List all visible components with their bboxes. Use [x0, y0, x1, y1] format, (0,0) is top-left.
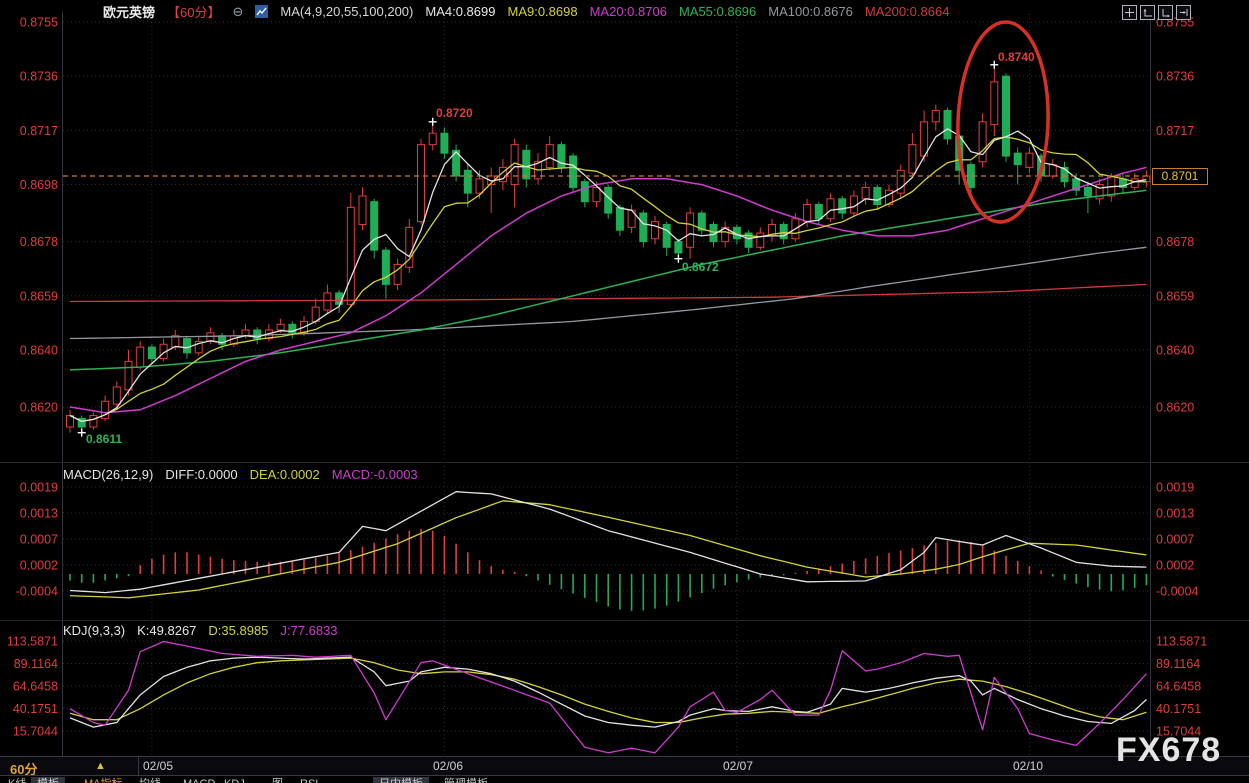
kdj-axis-label: 113.5871 — [1156, 635, 1207, 649]
fx678-watermark: FX678 — [1116, 731, 1221, 770]
price-axis-label: 0.8736 — [1156, 70, 1194, 84]
price-axis-label: 0.8620 — [1156, 400, 1194, 414]
macd-axis-label: 0.0002 — [20, 559, 58, 573]
kdj-k-value: K:49.8267 — [137, 623, 196, 638]
date-label: 02/06 — [433, 759, 463, 773]
ma55-value: MA55:0.8696 — [679, 4, 756, 19]
kdj-axis-label: 113.5871 — [7, 635, 58, 649]
bottom-tab[interactable]: 管理模板 — [438, 777, 494, 783]
current-price-badge: 0.8701 — [1152, 168, 1208, 185]
timeframe-cell[interactable]: 60分 ▲ — [0, 757, 139, 775]
annotation-pullback-low-price: 0.8672 — [682, 260, 719, 274]
macd-axis-label: 0.0013 — [20, 507, 58, 521]
chart-toolbar — [1122, 5, 1191, 20]
price-axis-label: 0.8698 — [20, 178, 58, 192]
annotation-low-price: 0.8611 — [86, 432, 122, 446]
symbol-title: 欧元英镑 — [103, 2, 155, 21]
macd-title: MACD(26,12,9) — [63, 467, 153, 482]
axis-zoom-right-icon[interactable] — [1158, 5, 1173, 20]
chart-canvas[interactable]: 0.87550.87550.87360.87360.87170.87170.86… — [0, 0, 1249, 783]
candles-layer — [67, 65, 1150, 433]
ma100-value: MA100:0.8676 — [768, 4, 853, 19]
macd-axis-label: 0.0013 — [1156, 507, 1194, 521]
trading-chart-window: 0.87550.87550.87360.87360.87170.87170.86… — [0, 0, 1249, 783]
bottom-tab[interactable]: 模板 — [31, 777, 65, 783]
timeframe-up-arrow-icon[interactable]: ▲ — [95, 760, 106, 772]
price-axis-label: 0.8678 — [20, 235, 58, 249]
pan-right-icon[interactable] — [1176, 5, 1191, 20]
kdj-axis-label: 15.7044 — [13, 725, 58, 739]
annotation-peak-price: 0.8720 — [436, 106, 473, 120]
macd-layer — [70, 492, 1146, 611]
macd-axis-label: 0.0002 — [1156, 559, 1194, 573]
price-axis-label: 0.8640 — [1156, 343, 1194, 357]
bottom-tab[interactable]: MA指标 — [78, 777, 129, 783]
bottom-tab[interactable]: K线 — [2, 777, 32, 783]
minus-circle-icon[interactable]: ⊖ — [232, 4, 243, 20]
date-label: 02/05 — [143, 759, 173, 773]
bottom-tab-strip: K线模板 MA指标均线 MACDKDJ 图 RSI 日内模板 管理模板 — [0, 775, 1249, 783]
ma9-value: MA9:0.8698 — [507, 4, 577, 19]
bottom-tab[interactable]: RSI — [294, 777, 324, 783]
ma20-value: MA20:0.8706 — [590, 4, 667, 19]
axis-zoom-left-icon[interactable] — [1140, 5, 1155, 20]
kdj-title: KDJ(9,3,3) — [63, 623, 125, 638]
ma-settings-label: MA(4,9,20,55,100,200) — [280, 4, 413, 19]
kdj-axis-label: 64.6458 — [13, 680, 58, 694]
macd-axis-label: 0.0019 — [20, 481, 58, 495]
macd-diff-value: DIFF:0.0000 — [165, 467, 237, 482]
price-axis-label: 0.8717 — [1156, 124, 1194, 138]
macd-axis-label: -0.0004 — [16, 585, 58, 599]
kdj-axis-label: 64.6458 — [1156, 680, 1201, 694]
macd-axis-label: 0.0007 — [20, 533, 58, 547]
ma200-value: MA200:0.8664 — [865, 4, 950, 19]
kdj-axis-label: 89.1164 — [1156, 657, 1200, 671]
price-axis-label: 0.8659 — [20, 289, 58, 303]
macd-dea-value: DEA:0.0002 — [250, 467, 320, 482]
price-axis-label: 0.8620 — [20, 400, 58, 414]
kdj-axis-label: 40.1751 — [1156, 702, 1201, 716]
macd-axis-label: 0.0019 — [1156, 481, 1194, 495]
macd-header: MACD(26,12,9) DIFF:0.0000 DEA:0.0002 MAC… — [63, 467, 418, 482]
price-axis-label: 0.8736 — [20, 70, 58, 84]
macd-axis-label: 0.0007 — [1156, 533, 1194, 547]
crosshair-icon[interactable] — [1122, 5, 1137, 20]
date-label: 02/07 — [723, 759, 753, 773]
extreme-markers-layer — [78, 61, 999, 437]
kdj-j-value: J:77.6833 — [280, 623, 337, 638]
annotation-swing-high-price: 0.8740 — [998, 50, 1035, 64]
bottom-tab[interactable]: KDJ — [218, 777, 251, 783]
kdj-axis-label: 40.1751 — [13, 702, 58, 716]
ma-lines-layer — [70, 129, 1146, 421]
bottom-tab[interactable]: 图 — [266, 777, 289, 783]
price-axis-label: 0.8640 — [20, 343, 58, 357]
kdj-layer — [70, 642, 1146, 753]
bottom-tab[interactable]: 日内模板 — [373, 777, 429, 783]
price-axis-label: 0.8755 — [20, 16, 58, 30]
date-label: 02/10 — [1013, 759, 1043, 773]
price-axis-label: 0.8717 — [20, 124, 58, 138]
price-axis-label: 0.8659 — [1156, 289, 1194, 303]
macd-axis-label: -0.0004 — [1156, 585, 1198, 599]
price-axis-label: 0.8678 — [1156, 235, 1194, 249]
chart-header: 欧元英镑 【60分】 ⊖ MA(4,9,20,55,100,200) MA4:0… — [103, 3, 949, 20]
chart-type-icon[interactable] — [255, 5, 268, 18]
kdj-axis-label: 89.1164 — [14, 657, 58, 671]
kdj-header: KDJ(9,3,3) K:49.8267 D:35.8985 J:77.6833 — [63, 623, 338, 638]
bottom-tab[interactable]: MACD — [177, 777, 221, 783]
time-axis-bar: 60分 ▲ 02/05 02/06 02/07 02/10 — [0, 756, 1249, 775]
bottom-tab[interactable]: 均线 — [133, 777, 167, 783]
candles-glyph-icon — [256, 6, 267, 17]
macd-hist-value: MACD:-0.0003 — [332, 467, 418, 482]
period-label[interactable]: 【60分】 — [167, 2, 220, 21]
grid-layer — [0, 12, 1249, 756]
kdj-d-value: D:35.8985 — [208, 623, 268, 638]
ma4-value: MA4:0.8699 — [425, 4, 495, 19]
